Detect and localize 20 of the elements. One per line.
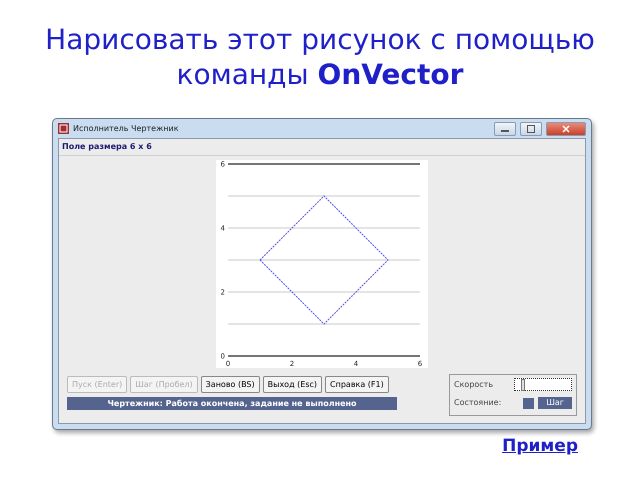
close-icon: [562, 124, 570, 133]
toolbar-button[interactable]: Заново (BS): [200, 376, 260, 393]
field-label: Поле размера 6 x 6: [59, 139, 585, 156]
close-button[interactable]: [546, 122, 586, 136]
step-button[interactable]: Шаг: [538, 397, 572, 409]
speed-label: Скорость: [454, 378, 494, 390]
slider-thumb[interactable]: [521, 379, 526, 391]
maximize-icon: [527, 124, 535, 133]
maximize-button[interactable]: [520, 122, 542, 136]
example-link[interactable]: Пример: [502, 434, 578, 460]
state-label: Состояние:: [454, 397, 502, 409]
status-bar: Чертежник: Работа окончена, задание не выполнено: [67, 397, 397, 410]
speed-slider[interactable]: [514, 378, 572, 391]
app-icon: [58, 123, 69, 134]
slide-title: Нарисовать этот рисунок с помощью команды OnVector: [44, 22, 596, 92]
minimize-button[interactable]: [494, 122, 516, 136]
window-title: Исполнитель Чертежник: [73, 122, 179, 134]
toolbar-button[interactable]: Выход (Esc): [262, 376, 322, 393]
state-indicator: [523, 398, 534, 408]
toolbar-button[interactable]: Справка (F1): [325, 376, 389, 393]
